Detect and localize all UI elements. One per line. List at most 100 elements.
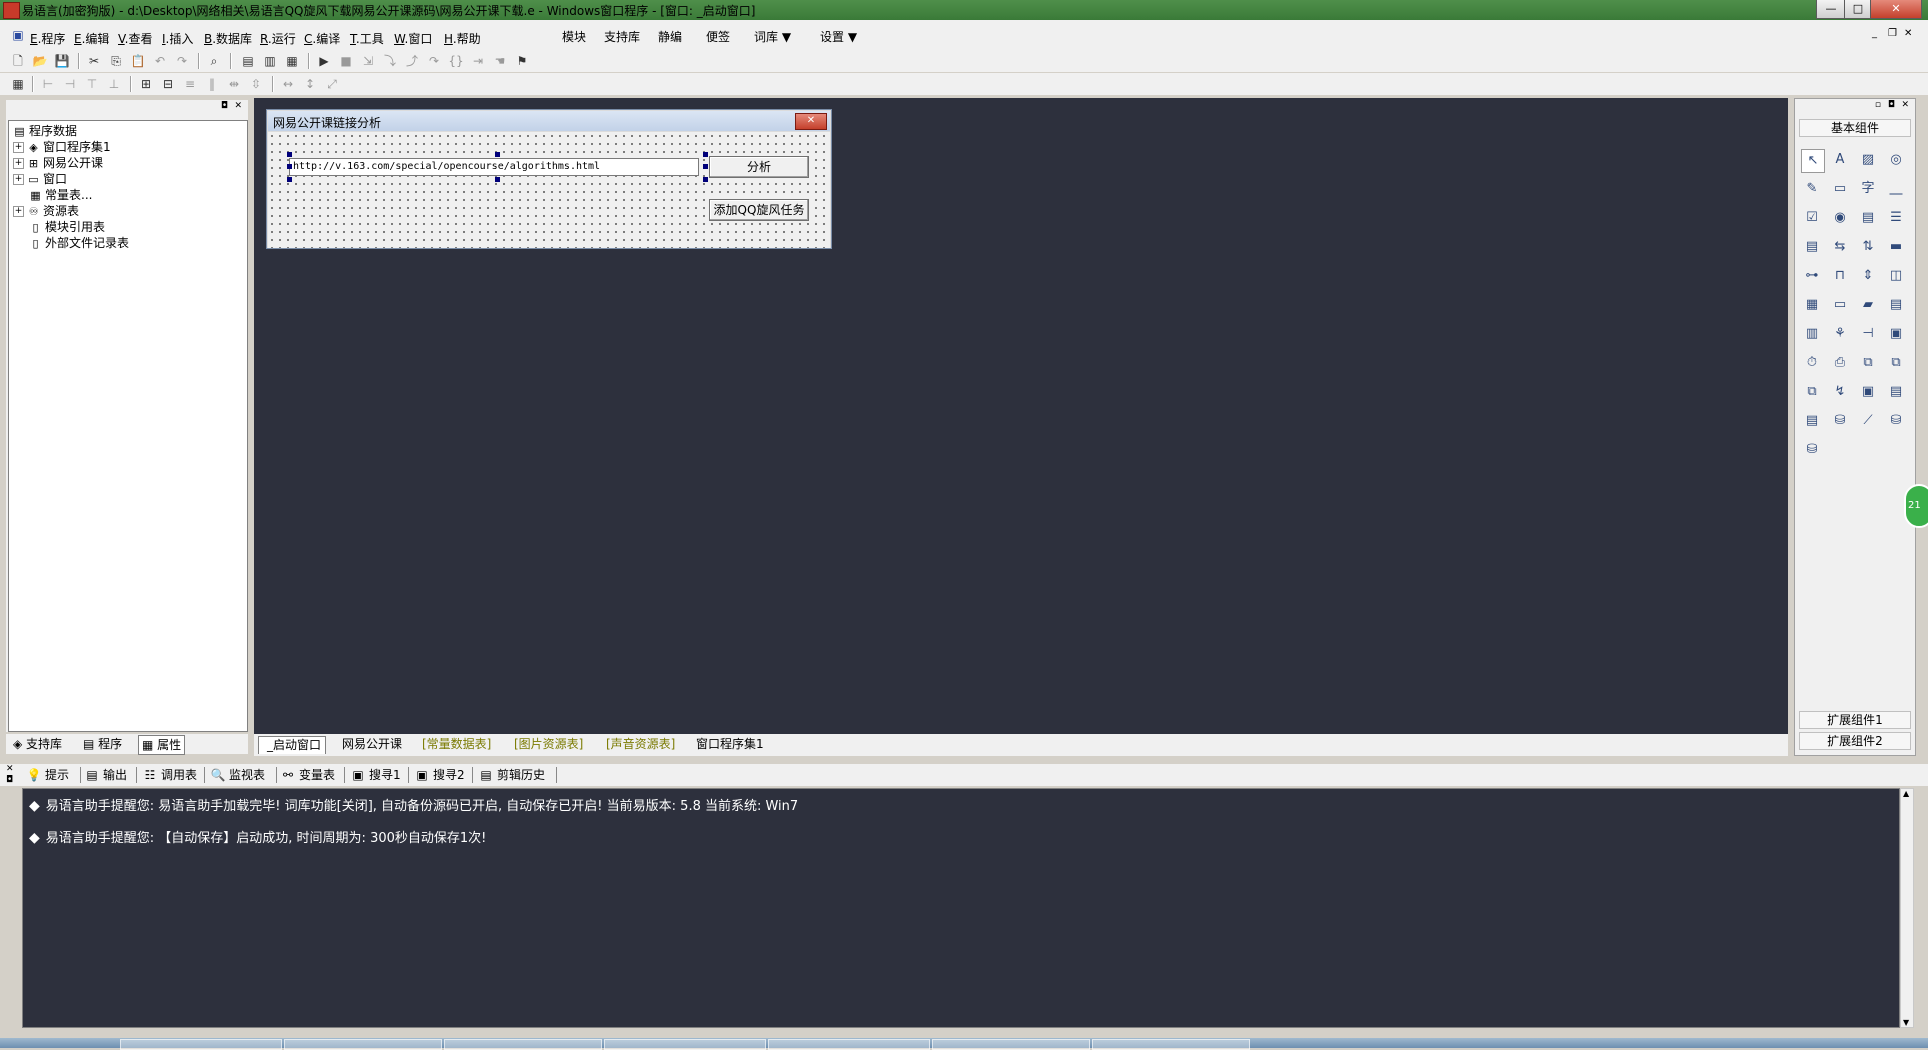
tree-item-constants[interactable]: ▦ 常量表... xyxy=(29,186,92,203)
menu-program[interactable]: E.程序 xyxy=(30,30,65,47)
step-into-icon[interactable]: ⤵ xyxy=(382,53,398,69)
extended-components-1[interactable]: 扩展组件1 xyxy=(1799,711,1911,729)
size-height-icon[interactable]: ↕ xyxy=(302,76,318,92)
grid-icon[interactable]: ▦ xyxy=(10,76,26,92)
taskbar-button[interactable] xyxy=(284,1039,442,1050)
step-out-icon[interactable]: ⤴ xyxy=(404,53,420,69)
space-v-icon[interactable]: ⇳ xyxy=(248,76,264,92)
chart-icon[interactable]: ⟋ xyxy=(1857,410,1879,432)
tab-image-resources[interactable]: [图片资源表] xyxy=(506,736,587,753)
menu-settings[interactable]: 设置 ▼ xyxy=(820,28,857,45)
paste-icon[interactable]: 📋 xyxy=(130,53,146,69)
analyze-button[interactable]: 分析 xyxy=(709,156,809,178)
tab-control-icon[interactable]: ⊓ xyxy=(1829,265,1851,287)
space-h-icon[interactable]: ⇹ xyxy=(226,76,242,92)
menu-window[interactable]: W.窗口 xyxy=(394,30,432,47)
menu-database[interactable]: B.数据库 xyxy=(204,30,252,47)
close-button[interactable]: ✕ xyxy=(1870,0,1922,19)
tab-call-stack[interactable]: ☷ 调用表 xyxy=(142,766,197,784)
odbc-icon[interactable]: ⛁ xyxy=(1885,410,1907,432)
run-icon[interactable]: ▶ xyxy=(316,53,332,69)
menu-help[interactable]: H.帮助 xyxy=(444,30,481,47)
undo-icon[interactable]: ↶ xyxy=(152,53,168,69)
taskbar-button[interactable] xyxy=(444,1039,602,1050)
step-icon[interactable]: ⇲ xyxy=(360,53,376,69)
open-file-icon[interactable]: 📂 xyxy=(32,53,48,69)
basic-components-header[interactable]: 基本组件 xyxy=(1799,119,1911,137)
menu-module[interactable]: 模块 xyxy=(562,28,586,45)
panel-pin-icon[interactable]: ◘ xyxy=(1888,100,1895,110)
taskbar-button[interactable] xyxy=(932,1039,1090,1050)
layout2-icon[interactable]: ▥ xyxy=(262,53,278,69)
panel-close-icon[interactable]: ✕ xyxy=(1901,100,1909,110)
selection-handle[interactable] xyxy=(287,177,292,182)
menu-static-compile[interactable]: 静编 xyxy=(658,28,682,45)
panel-min-icon[interactable]: ▫ xyxy=(1875,100,1881,110)
assistant-icon[interactable]: ⚑ xyxy=(514,53,530,69)
side-float-badge[interactable]: 21 xyxy=(1904,484,1928,528)
calendar-icon[interactable]: ▥ xyxy=(1801,323,1823,345)
splitter-icon[interactable]: ⊣ xyxy=(1857,323,1879,345)
output-pane[interactable]: ◆ 易语言助手提醒您: 易语言助手加载完毕! 词库功能[关闭], 自动备份源码已开… xyxy=(22,788,1900,1028)
label-icon[interactable]: A xyxy=(1829,149,1851,171)
checkbox-icon[interactable]: ☑ xyxy=(1801,207,1823,229)
maximize-button[interactable]: □ xyxy=(1844,0,1872,19)
expand-icon[interactable]: + xyxy=(13,142,24,153)
mdi-restore-icon[interactable]: ❐ xyxy=(1888,28,1897,39)
output-close-icon[interactable]: ✕ xyxy=(6,764,14,774)
button-icon[interactable]: ▭ xyxy=(1829,294,1851,316)
tree-root[interactable]: ▤ 程序数据 xyxy=(13,122,77,139)
tree-view-icon[interactable]: ⚘ xyxy=(1829,323,1851,345)
doc-icon[interactable]: ▣ xyxy=(10,27,26,43)
size-width-icon[interactable]: ↔ xyxy=(280,76,296,92)
find-icon[interactable]: ⌕ xyxy=(206,53,222,69)
selection-handle[interactable] xyxy=(287,164,292,169)
slider-icon[interactable]: ⊶ xyxy=(1801,265,1823,287)
printer-icon[interactable]: ⎙ xyxy=(1829,352,1851,374)
align-left-icon[interactable]: ⊢ xyxy=(40,76,56,92)
tab-watch[interactable]: 🔍 监视表 xyxy=(210,766,266,784)
taskbar-button[interactable] xyxy=(120,1039,282,1050)
align-bottom-icon[interactable]: ⊥ xyxy=(106,76,122,92)
menu-edit[interactable]: E.编辑 xyxy=(74,30,109,47)
url-input[interactable]: http://v.163.com/special/opencourse/algo… xyxy=(289,158,699,176)
mdi-min-icon[interactable]: _ xyxy=(1872,28,1877,39)
edit-box-icon[interactable]: ✎ xyxy=(1801,178,1823,200)
spin-icon[interactable]: ⇕ xyxy=(1857,265,1879,287)
line-icon[interactable]: ⎽ xyxy=(1885,178,1907,200)
hand-icon[interactable]: ☚ xyxy=(492,53,508,69)
menu-view[interactable]: V.查看 xyxy=(118,30,153,47)
text-icon[interactable]: 字 xyxy=(1857,178,1879,200)
align-top-icon[interactable]: ⊤ xyxy=(84,76,100,92)
tab-variables[interactable]: ⚯ 变量表 xyxy=(280,766,335,784)
tree-item-module[interactable]: + ⊞ 网易公开课 xyxy=(13,154,103,171)
panel-pin-icon[interactable]: ◘ xyxy=(221,101,228,111)
copy-icon[interactable]: ⎘ xyxy=(108,53,124,69)
tab-program[interactable]: ▤ 程序 xyxy=(80,735,125,753)
new-file-icon[interactable]: 🗋 xyxy=(10,53,26,69)
menu-compile[interactable]: C.编译 xyxy=(304,30,340,47)
form-window[interactable]: 网易公开课链接分析 ✕ http://v.163.com/special/ope… xyxy=(266,109,832,249)
tree-item-module-refs[interactable]: ▯ 模块引用表 xyxy=(29,218,105,235)
combo-icon[interactable]: ▤ xyxy=(1857,207,1879,229)
project-tree[interactable]: ▤ 程序数据 + ◈ 窗口程序集1 + ⊞ 网易公开课 + ▭ 窗口 ▦ 常量表... + ♾ 资源… xyxy=(8,120,248,732)
output-scrollbar[interactable]: ▲ ▼ xyxy=(1900,788,1914,1028)
listbox-icon[interactable]: ▤ xyxy=(1801,236,1823,258)
form-close-icon[interactable]: ✕ xyxy=(795,113,827,130)
browser-icon[interactable]: ◫ xyxy=(1885,265,1907,287)
expand-icon[interactable]: + xyxy=(13,158,24,169)
stop-icon[interactable]: ■ xyxy=(338,53,354,69)
selection-handle[interactable] xyxy=(703,164,708,169)
menu-run[interactable]: R.运行 xyxy=(260,30,296,47)
layout3-icon[interactable]: ▦ xyxy=(284,53,300,69)
network-icon[interactable]: ⧉ xyxy=(1857,352,1879,374)
form-body[interactable] xyxy=(268,132,830,248)
same-height-icon[interactable]: ≡ xyxy=(182,76,198,92)
database-provider-icon[interactable]: ▤ xyxy=(1885,381,1907,403)
taskbar-button[interactable] xyxy=(1092,1039,1250,1050)
tree-item-program-set[interactable]: + ◈ 窗口程序集1 xyxy=(13,138,111,155)
tab-startup-window[interactable]: _启动窗口 xyxy=(258,736,327,754)
tab-sound-resources[interactable]: [声音资源表] xyxy=(598,736,679,753)
scroll-up-icon[interactable]: ▲ xyxy=(1903,789,1909,798)
tab-clip-history[interactable]: ▤ 剪辑历史 xyxy=(478,766,545,784)
